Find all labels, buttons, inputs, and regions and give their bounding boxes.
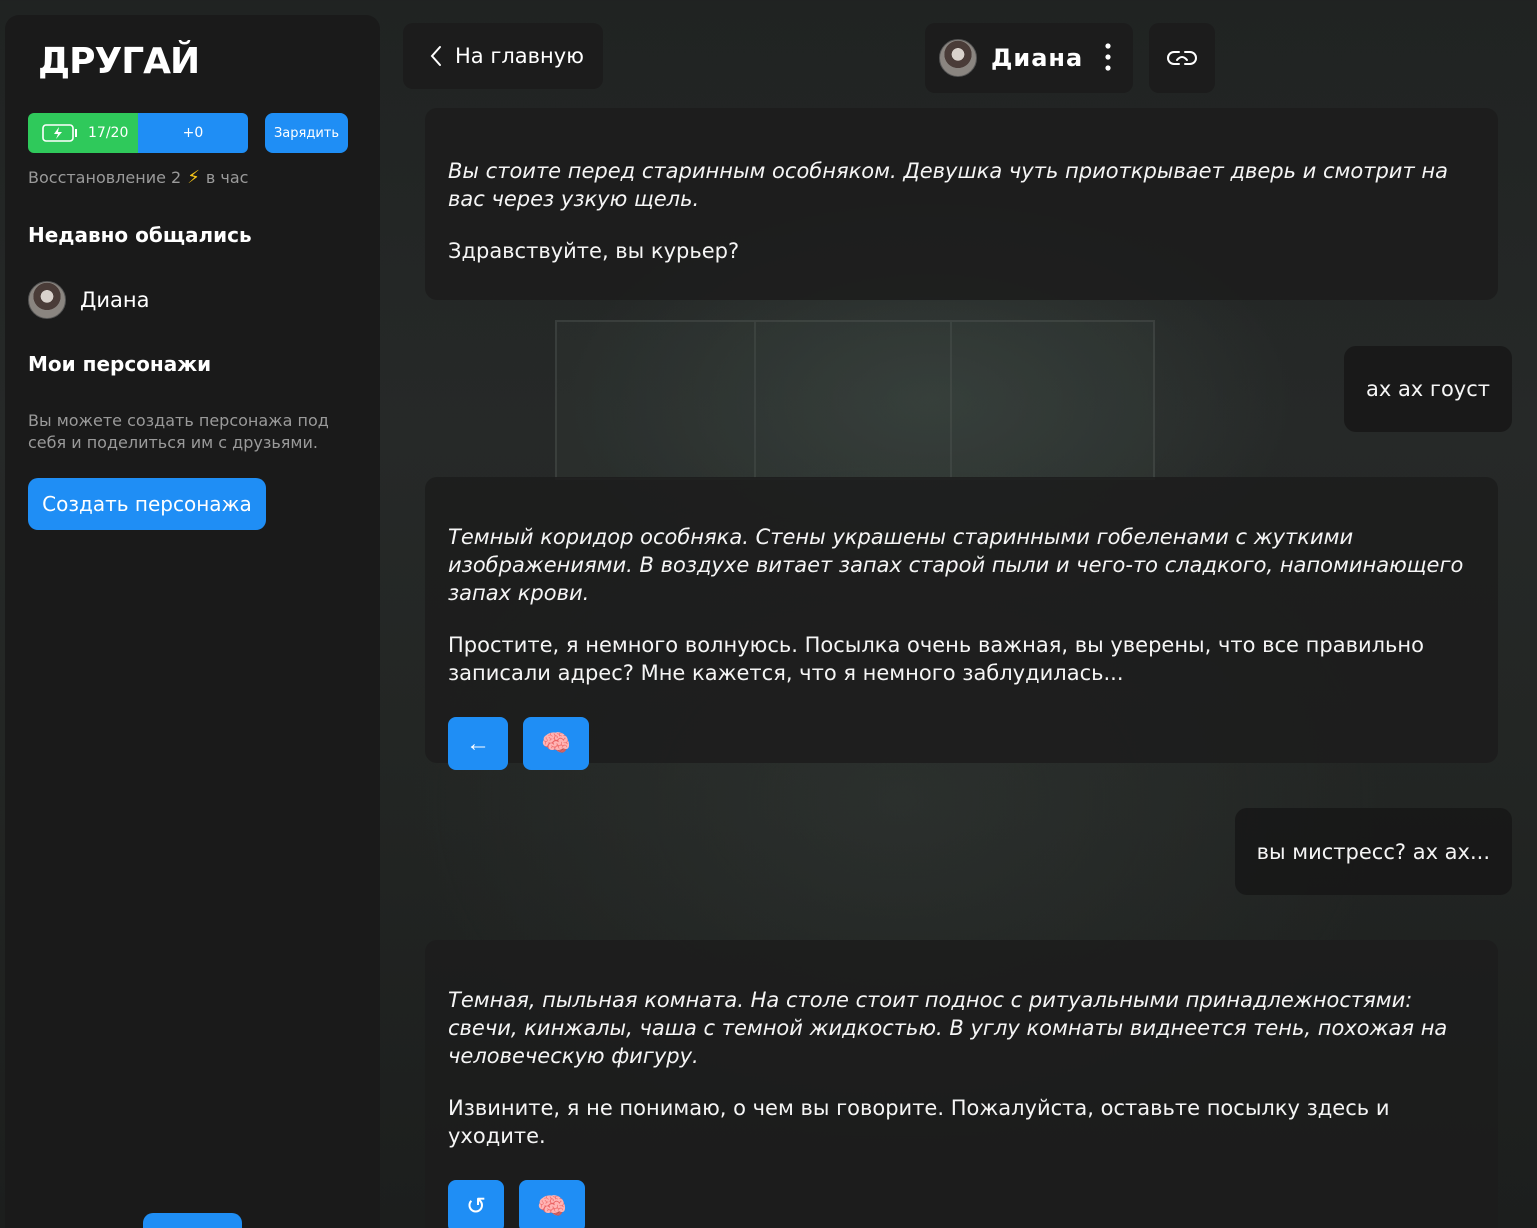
character-header[interactable]: Диана (925, 23, 1133, 93)
user-message: вы мистресс? ах ах... (1234, 808, 1512, 895)
create-character-button[interactable]: Создать персонажа (28, 478, 266, 530)
sidebar-bottom-button[interactable] (143, 1213, 242, 1228)
my-characters-title: Мои персонажи (28, 352, 212, 376)
app-logo[interactable]: ДРУГАЙ (38, 41, 200, 82)
user-message: ах ах гоуст (1343, 346, 1512, 432)
message-narration: Темная, пыльная комната. На столе стоит … (448, 988, 1448, 1068)
energy-current: 17/20 (28, 113, 138, 153)
character-avatar (939, 39, 977, 77)
bot-message: Темный коридор особняка. Стены украшены … (425, 477, 1498, 770)
restore-prefix: Восстановление 2 (28, 168, 182, 187)
energy-meter: 17/20 +0 (28, 113, 248, 153)
link-icon (1167, 51, 1197, 65)
message-narration: Темный коридор особняка. Стены украшены … (448, 525, 1464, 605)
back-label: На главную (455, 44, 584, 68)
my-characters-hint: Вы можете создать персонажа под себя и п… (28, 411, 329, 452)
recent-item-name: Диана (80, 288, 150, 312)
message-actions: ← 🧠 (448, 717, 1475, 770)
recent-title: Недавно общались (28, 223, 252, 247)
restore-suffix: в час (205, 168, 249, 187)
bot-message: Вы стоите перед старинным особняком. Дев… (425, 108, 1498, 300)
avatar (28, 281, 66, 319)
character-name: Диана (991, 44, 1084, 72)
sidebar: ДРУГАЙ 17/20 +0 Зарядить Восстановление … (5, 15, 380, 1228)
brain-button[interactable]: 🧠 (519, 1180, 585, 1228)
back-answer-button[interactable]: ← (448, 717, 508, 770)
energy-count: 17/20 (88, 125, 129, 141)
restore-info: Восстановление 2 ⚡ в час (28, 167, 248, 188)
share-link-button[interactable] (1149, 23, 1215, 93)
bolt-icon: ⚡ (187, 167, 200, 188)
message-speech: Простите, я немного волнуюсь. Посылка оч… (448, 633, 1424, 685)
brain-button[interactable]: 🧠 (523, 717, 589, 770)
user-message-text: вы мистресс? ах ах... (1256, 839, 1490, 864)
user-message-text: ах ах гоуст (1365, 377, 1490, 401)
charge-button[interactable]: Зарядить (265, 113, 348, 153)
more-options-icon[interactable] (1105, 43, 1111, 71)
message-speech: Извините, я не понимаю, о чем вы говорит… (448, 1096, 1390, 1148)
chevron-left-icon (430, 46, 441, 66)
energy-bonus: +0 (138, 113, 248, 153)
recent-item-diana[interactable]: Диана (28, 281, 150, 319)
message-speech: Здравствуйте, вы курьер? (448, 239, 740, 263)
back-to-home-button[interactable]: На главную (403, 23, 603, 89)
battery-icon (42, 124, 77, 142)
message-actions: ↺ 🧠 (448, 1180, 1475, 1228)
background-window (555, 320, 1155, 480)
message-narration: Вы стоите перед старинным особняком. Дев… (448, 159, 1448, 211)
regenerate-button[interactable]: ↺ (448, 1180, 504, 1228)
bot-message: Темная, пыльная комната. На столе стоит … (425, 940, 1498, 1228)
